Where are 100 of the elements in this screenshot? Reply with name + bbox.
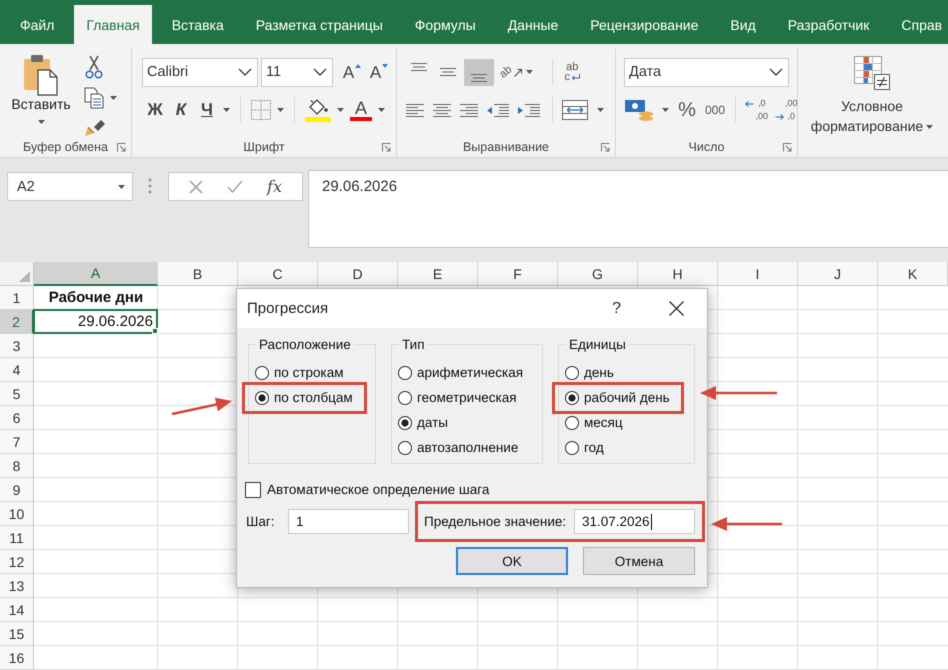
align-center-icon[interactable] bbox=[433, 104, 451, 116]
underline-button[interactable]: Ч bbox=[197, 97, 217, 123]
name-box[interactable]: A2 bbox=[7, 172, 133, 201]
borders-icon[interactable] bbox=[251, 100, 271, 120]
column-header[interactable]: C bbox=[238, 262, 318, 286]
decrease-decimal-button[interactable]: ,00 ,0 bbox=[775, 97, 797, 123]
align-right-icon[interactable] bbox=[460, 104, 478, 116]
decrease-indent-icon[interactable] bbox=[487, 104, 509, 116]
caret-icon[interactable] bbox=[110, 96, 117, 100]
dialog-launcher-icon[interactable] bbox=[382, 142, 391, 152]
number-format-dropdown[interactable]: Дата bbox=[624, 58, 789, 86]
caret-icon[interactable] bbox=[337, 108, 344, 112]
caret-icon[interactable] bbox=[526, 70, 534, 74]
drag-handle-icon[interactable] bbox=[148, 178, 152, 194]
radio-option[interactable]: по столбцам bbox=[254, 385, 353, 410]
radio-option[interactable]: даты bbox=[397, 410, 448, 435]
copy-icon[interactable] bbox=[84, 87, 104, 109]
font-size-dropdown[interactable]: 11 bbox=[261, 58, 333, 86]
ribbon-tab[interactable]: Формулы bbox=[398, 5, 492, 44]
caret-icon[interactable] bbox=[223, 108, 230, 112]
column-header[interactable]: K bbox=[878, 262, 948, 286]
row-header[interactable]: 6 bbox=[0, 406, 34, 430]
fill-bucket-icon[interactable] bbox=[305, 98, 331, 122]
column-header[interactable]: F bbox=[478, 262, 558, 286]
caret-icon[interactable] bbox=[277, 108, 284, 112]
thousands-separator-button[interactable]: 000 bbox=[705, 97, 725, 123]
dialog-button[interactable]: OK bbox=[456, 547, 568, 575]
dialog-launcher-icon[interactable] bbox=[601, 142, 610, 152]
column-header[interactable]: J bbox=[798, 262, 878, 286]
column-header[interactable]: I bbox=[718, 262, 798, 286]
row-header[interactable]: 14 bbox=[0, 598, 34, 622]
row-header[interactable]: 13 bbox=[0, 574, 34, 598]
row-header[interactable]: 3 bbox=[0, 334, 34, 358]
column-header[interactable]: B bbox=[158, 262, 238, 286]
font-name-dropdown[interactable]: Calibri bbox=[142, 58, 258, 86]
row-header[interactable]: 2 bbox=[0, 310, 34, 334]
close-icon[interactable] bbox=[669, 301, 684, 316]
column-header[interactable]: E bbox=[398, 262, 478, 286]
ribbon-tab[interactable]: Главная bbox=[74, 5, 152, 44]
column-header[interactable]: A bbox=[34, 262, 158, 286]
radio-option[interactable]: год bbox=[564, 435, 604, 460]
percent-button[interactable]: % bbox=[677, 97, 697, 123]
row-header[interactable]: 4 bbox=[0, 358, 34, 382]
wrap-text-button[interactable]: ab c bbox=[562, 59, 582, 85]
orientation-button[interactable]: ab bbox=[500, 59, 524, 85]
font-color-button[interactable]: A bbox=[350, 97, 372, 123]
column-header[interactable]: H bbox=[638, 262, 718, 286]
ribbon-tab[interactable]: Файл bbox=[4, 5, 70, 44]
ribbon-tab[interactable]: Рецензирование bbox=[574, 5, 714, 44]
input-field[interactable]: 31.07.2026 bbox=[574, 509, 695, 534]
row-header[interactable]: 12 bbox=[0, 550, 34, 574]
column-header[interactable]: D bbox=[318, 262, 398, 286]
radio-option[interactable]: арифметическая bbox=[397, 360, 524, 385]
scissors-icon[interactable] bbox=[84, 55, 104, 79]
radio-option[interactable]: день bbox=[564, 360, 614, 385]
row-header[interactable]: 7 bbox=[0, 430, 34, 454]
paste-button[interactable]: Вставить bbox=[6, 52, 76, 137]
dialog-launcher-icon[interactable] bbox=[783, 142, 792, 152]
caret-icon[interactable] bbox=[378, 108, 385, 112]
help-button[interactable]: ? bbox=[612, 300, 621, 318]
insert-function-button[interactable]: fx bbox=[267, 177, 282, 196]
align-bottom-button[interactable] bbox=[464, 58, 494, 86]
radio-option[interactable]: месяц bbox=[564, 410, 623, 435]
radio-option[interactable]: геометрическая bbox=[397, 385, 517, 410]
radio-option[interactable]: рабочий день bbox=[564, 385, 670, 410]
row-header[interactable]: 5 bbox=[0, 382, 34, 406]
ribbon-tab[interactable]: Разработчик bbox=[772, 5, 886, 44]
grow-font-button[interactable]: A bbox=[342, 59, 362, 85]
ribbon-tab[interactable]: Вставка bbox=[156, 5, 240, 44]
ribbon-tab[interactable]: Вид bbox=[714, 5, 772, 44]
radio-option[interactable]: автозаполнение bbox=[397, 435, 518, 460]
input-field[interactable]: 1 bbox=[288, 509, 409, 534]
row-header[interactable]: 8 bbox=[0, 454, 34, 478]
dialog-button[interactable]: Отмена bbox=[583, 547, 695, 575]
italic-button[interactable]: К bbox=[171, 97, 191, 123]
increase-decimal-button[interactable]: ,0 ,00 bbox=[746, 97, 768, 123]
radio-option[interactable]: по строкам bbox=[254, 360, 344, 385]
merge-cells-icon[interactable] bbox=[562, 100, 588, 120]
row-header[interactable]: 1 bbox=[0, 286, 34, 310]
ribbon-tab[interactable]: Данные bbox=[492, 5, 574, 44]
row-header[interactable]: 16 bbox=[0, 646, 34, 670]
checkmark-icon[interactable] bbox=[227, 180, 244, 193]
increase-indent-icon[interactable] bbox=[518, 104, 540, 116]
row-header[interactable]: 15 bbox=[0, 622, 34, 646]
ribbon-tab[interactable]: Разметка страницы bbox=[240, 5, 399, 44]
ribbon-tab[interactable]: Справ bbox=[885, 5, 948, 44]
formula-input[interactable]: 29.06.2026 bbox=[308, 170, 948, 248]
dialog-launcher-icon[interactable] bbox=[117, 142, 126, 152]
caret-icon[interactable] bbox=[597, 108, 604, 112]
conditional-formatting-button[interactable]: Условное форматирование bbox=[798, 48, 946, 157]
align-left-icon[interactable] bbox=[406, 104, 424, 116]
currency-icon[interactable] bbox=[624, 98, 654, 122]
row-header[interactable]: 11 bbox=[0, 526, 34, 550]
bold-button[interactable]: Ж bbox=[145, 97, 165, 123]
caret-icon[interactable] bbox=[662, 108, 669, 112]
column-header[interactable]: G bbox=[558, 262, 638, 286]
fill-handle[interactable] bbox=[152, 328, 158, 334]
paintbrush-icon[interactable] bbox=[84, 117, 106, 137]
shrink-font-button[interactable]: A bbox=[369, 59, 389, 85]
row-header[interactable]: 9 bbox=[0, 478, 34, 502]
